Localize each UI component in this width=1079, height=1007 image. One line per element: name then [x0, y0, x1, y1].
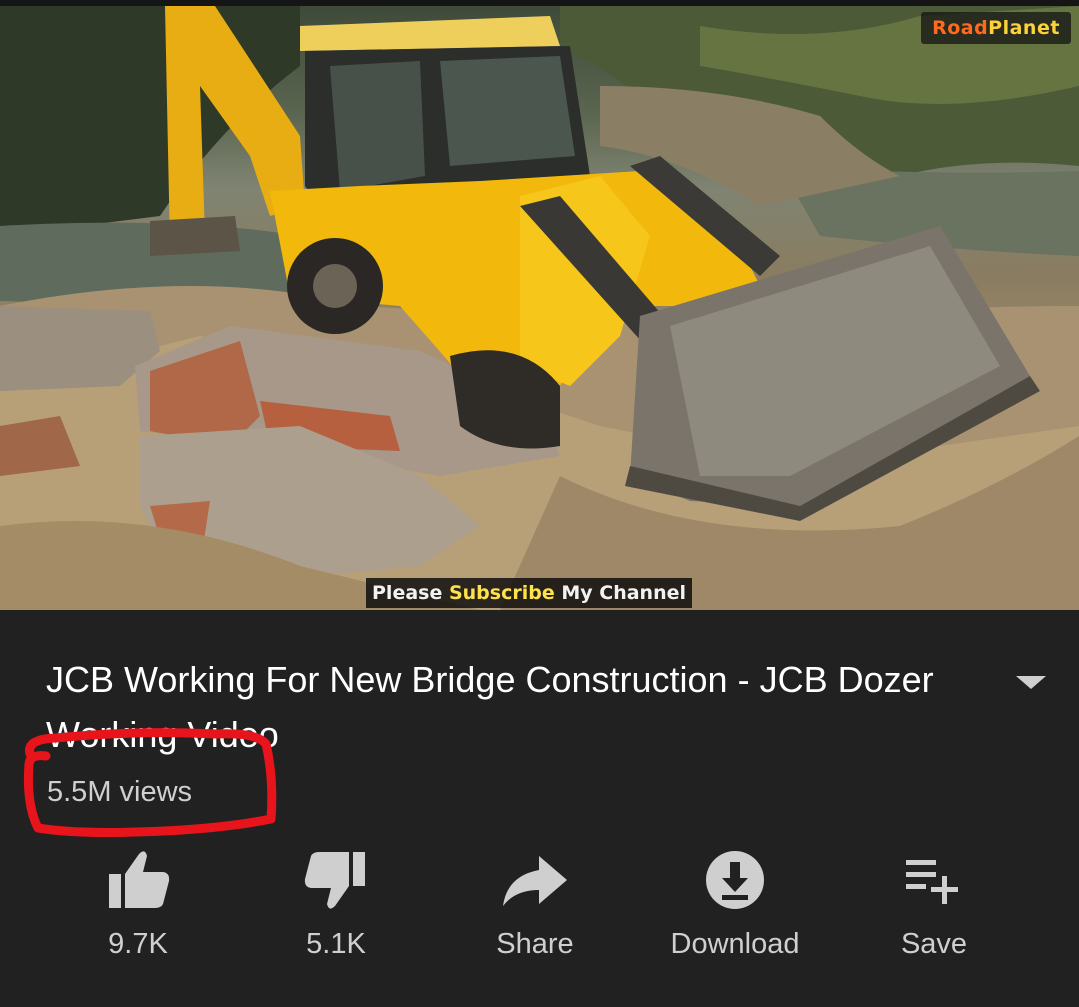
thumbs-up-icon — [93, 840, 183, 920]
download-label: Download — [670, 928, 800, 960]
caption-suffix: My Channel — [554, 582, 686, 604]
thumbs-down-icon — [291, 840, 381, 920]
expand-description-chevron-icon[interactable] — [1016, 676, 1046, 689]
like-button[interactable]: 9.7K — [38, 840, 238, 980]
channel-watermark: Road Planet — [921, 12, 1071, 44]
save-label: Save — [900, 928, 968, 960]
caption-highlight: Subscribe — [448, 582, 555, 604]
video-player[interactable]: Road Planet Please Subscribe My Channel — [0, 6, 1079, 610]
playlist-add-icon — [889, 840, 979, 920]
share-button[interactable]: Share — [435, 840, 635, 980]
save-button[interactable]: Save — [834, 840, 1034, 980]
watermark-road-text: Road — [932, 17, 989, 39]
video-details: JCB Working For New Bridge Construction … — [0, 612, 1079, 1007]
video-frame — [0, 6, 1079, 610]
dislike-button[interactable]: 5.1K — [236, 840, 436, 980]
view-count: 5.5M views — [47, 776, 193, 808]
like-count: 9.7K — [108, 928, 168, 960]
download-button[interactable]: Download — [635, 840, 835, 980]
dislike-count: 5.1K — [306, 928, 366, 960]
action-bar: 9.7K 5.1K Share Download Save — [0, 840, 1079, 980]
caption-prefix: Please — [372, 582, 449, 604]
download-icon — [690, 840, 780, 920]
share-label: Share — [496, 928, 574, 960]
watermark-planet-text: Planet — [988, 17, 1060, 39]
subscribe-caption: Please Subscribe My Channel — [366, 578, 692, 608]
share-icon — [490, 840, 580, 920]
